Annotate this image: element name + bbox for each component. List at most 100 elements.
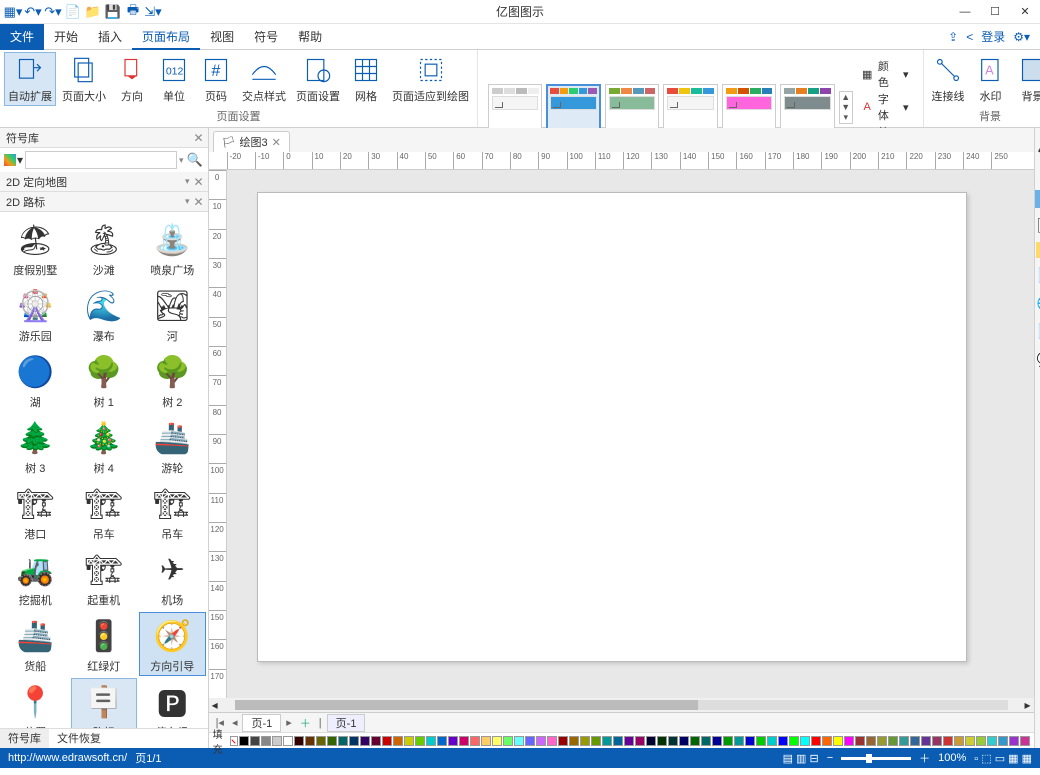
color-swatch[interactable] <box>283 736 293 746</box>
theme-thumb-2[interactable] <box>546 84 600 130</box>
close-cat-icon[interactable]: ✕ <box>194 195 204 209</box>
page-tab-alt[interactable]: 页-1 <box>327 714 366 732</box>
fit-to-drawing-button[interactable]: 页面适应到绘图 <box>388 52 473 106</box>
share-icon[interactable]: ⇪ <box>948 30 958 44</box>
color-swatch[interactable] <box>800 736 810 746</box>
tab-insert[interactable]: 插入 <box>88 24 132 50</box>
zoom-in-icon[interactable]: ＋ <box>919 750 930 766</box>
color-swatch[interactable] <box>646 736 656 746</box>
library-item[interactable]: 🚢货船 <box>2 612 69 676</box>
color-swatch[interactable] <box>261 736 271 746</box>
undo-button[interactable]: ↶▾ <box>24 3 42 21</box>
page-tab[interactable]: 页-1 <box>242 714 281 732</box>
new-button[interactable]: 📄 <box>64 3 82 21</box>
zoom-slider[interactable] <box>841 757 911 760</box>
color-swatch[interactable] <box>437 736 447 746</box>
library-item[interactable]: 🚦红绿灯 <box>71 612 138 676</box>
fill-panel-icon[interactable] <box>1035 190 1040 208</box>
horizontal-scrollbar[interactable]: ◂▸ <box>209 698 1034 712</box>
search-input[interactable] <box>25 151 177 169</box>
zoom-out-icon[interactable]: − <box>827 752 833 764</box>
format-painter-icon[interactable]: 🖌 <box>1035 134 1040 156</box>
comment-icon[interactable]: 💬 <box>1035 348 1040 370</box>
theme-thumb-5[interactable] <box>722 84 776 130</box>
color-swatch[interactable] <box>382 736 392 746</box>
tab-start[interactable]: 开始 <box>44 24 88 50</box>
color-swatch[interactable] <box>998 736 1008 746</box>
color-swatch[interactable] <box>305 736 315 746</box>
theme-thumb-3[interactable] <box>605 84 659 130</box>
color-swatch[interactable] <box>789 736 799 746</box>
qat-app-icon[interactable]: ▦▾ <box>4 3 22 21</box>
color-swatch[interactable] <box>932 736 942 746</box>
save-button[interactable]: 💾 <box>104 3 122 21</box>
library-item[interactable]: 🪧路标 <box>71 678 138 728</box>
color-swatch[interactable] <box>239 736 249 746</box>
library-item[interactable]: 🚜挖掘机 <box>2 546 69 610</box>
close-panel-icon[interactable]: ✕ <box>194 131 204 145</box>
library-item[interactable]: 🏗起重机 <box>71 546 138 610</box>
color-swatch[interactable] <box>327 736 337 746</box>
tab-recovery[interactable]: 文件恢复 <box>49 729 109 748</box>
unit-button[interactable]: 012 单位 <box>154 52 194 106</box>
tab-page-layout[interactable]: 页面布局 <box>132 24 200 50</box>
theme-more-icon[interactable]: ▾ <box>840 112 852 123</box>
theme-thumb-4[interactable] <box>663 84 717 130</box>
theme-up-icon[interactable]: ▲ <box>840 92 852 102</box>
theme-color-button[interactable]: ▦颜色▾ <box>861 58 909 90</box>
close-cat-icon[interactable]: ✕ <box>194 175 204 189</box>
color-swatch[interactable] <box>745 736 755 746</box>
category-2d-map[interactable]: 2D 定向地图 ▾ ✕ <box>0 172 208 192</box>
cloud-icon[interactable]: < <box>966 30 973 44</box>
color-swatch[interactable] <box>580 736 590 746</box>
watermark-button[interactable]: A 水印 <box>971 52 1011 106</box>
library-item[interactable]: ⛲喷泉广场 <box>139 216 206 280</box>
color-swatch[interactable] <box>624 736 634 746</box>
color-swatch[interactable] <box>272 736 282 746</box>
color-swatch[interactable] <box>371 736 381 746</box>
note-panel-icon[interactable] <box>1036 242 1040 258</box>
color-swatch[interactable] <box>965 736 975 746</box>
tab-view[interactable]: 视图 <box>200 24 244 50</box>
color-swatch[interactable] <box>855 736 865 746</box>
theme-thumb-1[interactable] <box>488 84 542 130</box>
page-prev-icon[interactable]: ◂ <box>229 716 241 729</box>
grid-button[interactable]: 网格 <box>346 52 386 106</box>
library-item[interactable]: 🌲树 3 <box>2 414 69 478</box>
library-item[interactable]: 🌳树 1 <box>71 348 138 412</box>
library-item[interactable]: 📍位置 <box>2 678 69 728</box>
page-size-button[interactable]: 页面大小 <box>58 52 110 106</box>
drawing-page[interactable] <box>257 192 967 662</box>
canvas-viewport[interactable] <box>227 170 1034 698</box>
search-icon[interactable]: 🔍 <box>186 152 204 168</box>
color-swatch[interactable] <box>734 736 744 746</box>
image-panel-icon[interactable]: 🖼 <box>1035 214 1040 236</box>
theme-thumb-6[interactable] <box>780 84 834 130</box>
color-swatch[interactable] <box>690 736 700 746</box>
color-swatch[interactable] <box>888 736 898 746</box>
color-swatch[interactable] <box>844 736 854 746</box>
status-extra-icons[interactable]: ▫ ⬚ ▭ ▦ ▦ <box>974 752 1032 765</box>
color-swatch[interactable] <box>459 736 469 746</box>
color-swatch[interactable] <box>591 736 601 746</box>
tab-file[interactable]: 文件 <box>0 24 44 50</box>
color-swatch[interactable] <box>481 736 491 746</box>
library-item[interactable]: 🎡游乐园 <box>2 282 69 346</box>
close-tab-icon[interactable]: ✕ <box>272 136 281 149</box>
color-swatch[interactable] <box>1009 736 1019 746</box>
library-item[interactable]: 🏞河 <box>139 282 206 346</box>
color-swatch[interactable] <box>613 736 623 746</box>
doc-icon[interactable]: 📄 <box>1035 320 1040 342</box>
color-swatch[interactable] <box>910 736 920 746</box>
library-item[interactable]: 🚢游轮 <box>139 414 206 478</box>
help-icon[interactable]: ? <box>1035 376 1040 398</box>
color-swatch[interactable] <box>767 736 777 746</box>
color-swatch[interactable] <box>415 736 425 746</box>
auto-extend-button[interactable]: 自动扩展 <box>4 52 56 106</box>
color-swatch[interactable] <box>525 736 535 746</box>
library-item[interactable]: 🏝沙滩 <box>71 216 138 280</box>
maximize-button[interactable]: ☐ <box>980 0 1010 24</box>
color-swatch[interactable] <box>811 736 821 746</box>
color-swatch[interactable] <box>349 736 359 746</box>
view-mode-icons[interactable]: ▤ ▥ ⊟ <box>783 752 819 765</box>
